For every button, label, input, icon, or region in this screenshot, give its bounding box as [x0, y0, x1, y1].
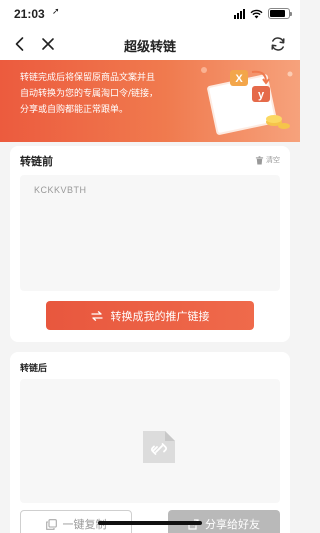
- nav-bar: 超级转链: [0, 28, 300, 60]
- clear-label: 清空: [266, 156, 280, 164]
- convert-label: 转换成我的推广链接: [110, 309, 210, 323]
- status-icons: [234, 8, 292, 19]
- status-time: 21:03: [14, 7, 45, 21]
- convert-button[interactable]: 转换成我的推广链接: [46, 301, 254, 330]
- trash-icon: [255, 155, 264, 165]
- info-banner: 转链完成后将保留原商品文案并且 自动转换为您的专属淘口令/链接， 分享或自购都能…: [0, 60, 300, 142]
- x-badge-label: X: [235, 73, 243, 85]
- link-input[interactable]: KCKKVBTH: [20, 175, 280, 291]
- share-label: 分享给好友: [205, 518, 260, 531]
- swap-icon: [90, 310, 103, 321]
- home-indicator: [98, 521, 202, 525]
- after-title: 转链后: [20, 364, 48, 374]
- clear-button[interactable]: 清空: [255, 155, 280, 165]
- link-document-icon: [143, 431, 175, 463]
- result-area: [20, 379, 280, 503]
- status-bar: 21:03 ➚: [0, 0, 300, 28]
- banner-line: 转链完成后将保留原商品文案并且: [20, 73, 156, 83]
- after-card: 转链后 一键复制 分享给好友: [10, 352, 290, 533]
- banner-line: 自动转换为您的专属淘口令/链接，: [20, 89, 159, 99]
- before-card: 转链前 清空 KCKKVBTH 转换成我的推广链接: [10, 146, 290, 342]
- banner-text: 转链完成后将保留原商品文案并且 自动转换为您的专属淘口令/链接， 分享或自购都能…: [20, 70, 200, 118]
- refresh-icon[interactable]: [268, 34, 288, 54]
- battery-icon: [268, 8, 292, 19]
- wifi-icon: [250, 9, 263, 18]
- page-title: 超级转链: [123, 40, 176, 55]
- location-arrow-icon: ➚: [52, 7, 60, 17]
- y-badge-label: y: [258, 89, 265, 101]
- copy-icon: [45, 518, 57, 530]
- banner-line: 分享或自购都能正常跟单。: [20, 105, 129, 115]
- before-title: 转链前: [20, 155, 53, 168]
- banner-illustration: X y: [201, 67, 293, 135]
- signal-icon: [234, 8, 245, 19]
